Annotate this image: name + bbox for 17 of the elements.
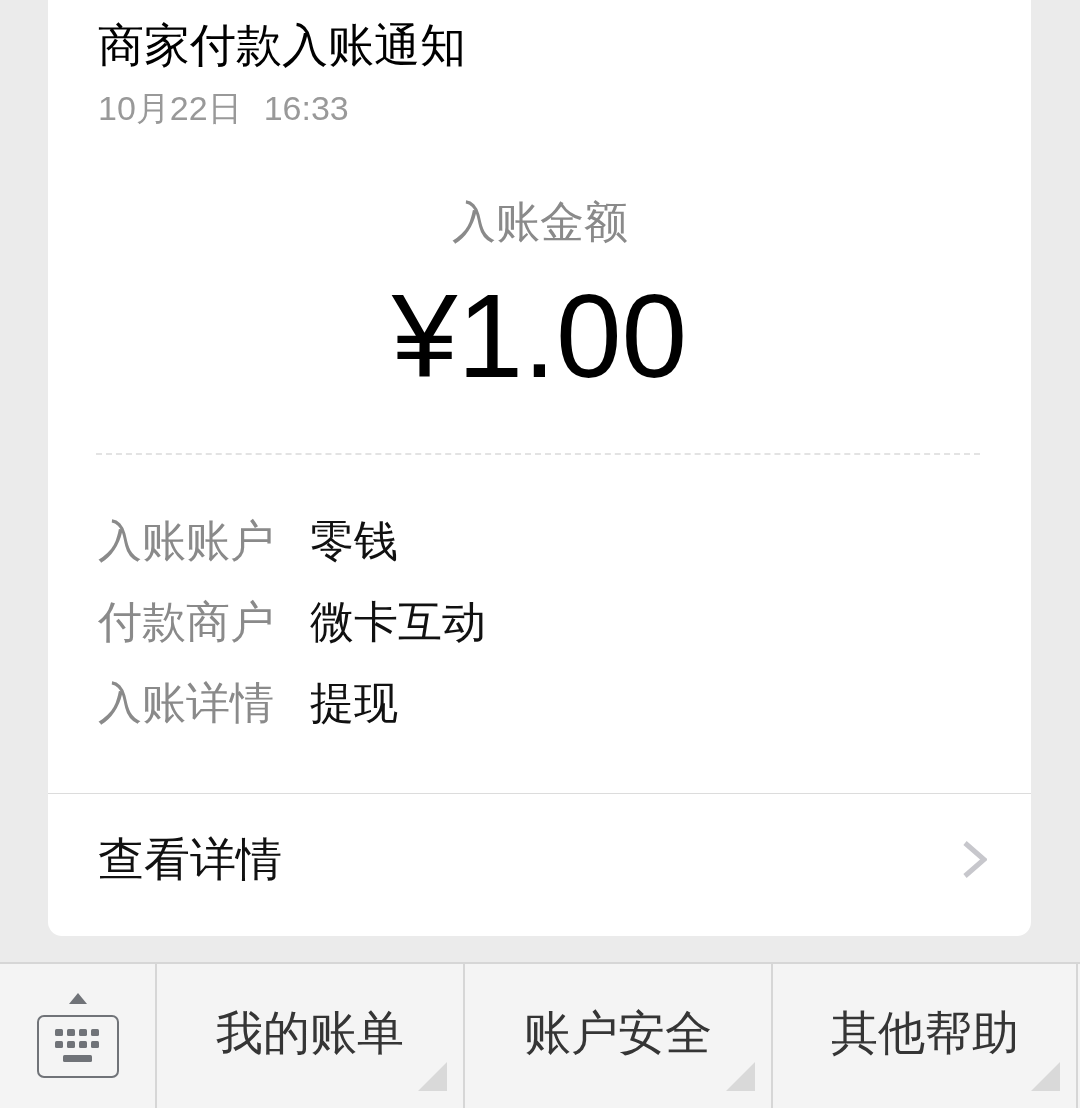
notification-time: 16:33: [263, 88, 349, 128]
field-label: 入账详情: [98, 676, 275, 729]
field-label: 入账账户: [98, 514, 275, 567]
view-details-link[interactable]: 查看详情: [48, 794, 1031, 936]
menu-button[interactable]: 账户安全: [463, 964, 771, 1108]
keyboard-icon: [36, 993, 119, 1078]
field-value: 提现: [310, 676, 398, 729]
amount-value: ¥1.00: [391, 277, 688, 395]
amount-label: 入账金额: [451, 196, 628, 248]
menu-button[interactable]: 我的账单: [155, 964, 463, 1108]
field-label: 付款商户: [98, 595, 275, 648]
field-value: 微卡互动: [310, 595, 486, 648]
notification-title: 商家付款入账通知: [98, 18, 466, 73]
chevron-right-icon: [963, 840, 987, 878]
field-value: 零钱: [310, 514, 398, 567]
menu-button[interactable]: 其他帮助: [771, 964, 1078, 1108]
notification-date: 10月22日: [98, 88, 242, 128]
